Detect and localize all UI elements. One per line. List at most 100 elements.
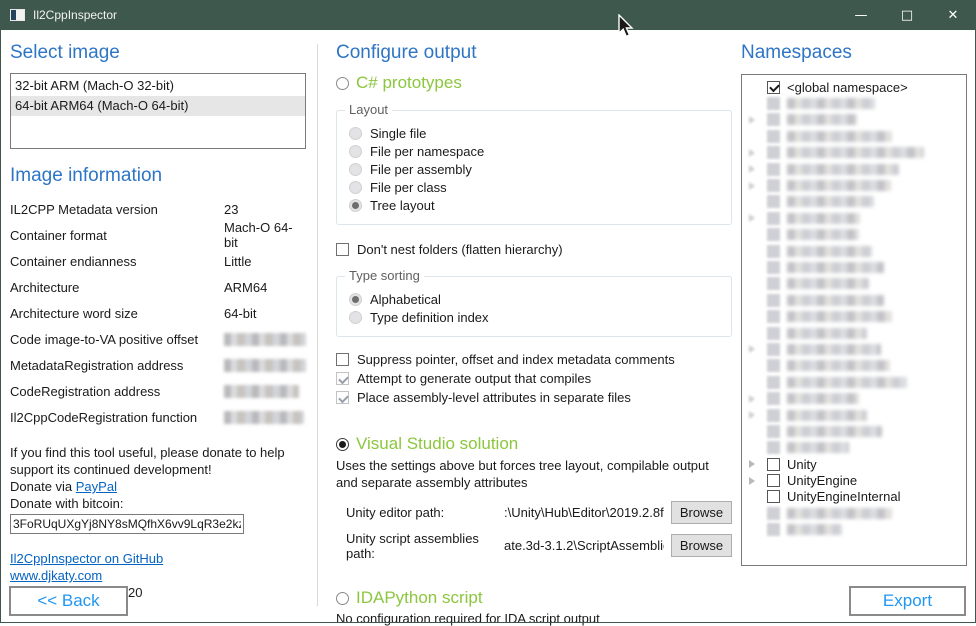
redacted-namespace-text: [787, 393, 859, 404]
flatten-hierarchy-checkbox[interactable]: Don't nest folders (flatten hierarchy): [336, 240, 732, 259]
layout-option[interactable]: File per namespace: [349, 143, 723, 159]
expander-triangle: [749, 345, 755, 353]
expander-triangle: [749, 165, 755, 173]
image-info-row: Il2CppCodeRegistration function: [10, 404, 306, 430]
output-option-checkbox[interactable]: Place assembly-level attributes in separ…: [336, 388, 732, 407]
expander-icon[interactable]: [749, 477, 767, 485]
idapython-description: No configuration required for IDA script…: [336, 611, 732, 626]
window-title: Il2CppInspector: [33, 8, 117, 22]
expander-triangle: [749, 411, 755, 419]
image-info-row: IL2CPP Metadata version23: [10, 196, 306, 222]
expander-icon[interactable]: [749, 460, 767, 468]
donate-text: If you find this tool useful, please don…: [10, 444, 310, 478]
namespace-checkbox: [767, 310, 780, 323]
visual-studio-description: Uses the settings above but forces tree …: [336, 457, 732, 491]
image-information-title: Image information: [10, 165, 306, 187]
unity-script-path-value: ate.3d-3.1.2\ScriptAssemblies: [504, 538, 664, 553]
minimize-button[interactable]: —: [838, 0, 884, 30]
idapython-script-radio[interactable]: IDAPython script: [336, 588, 732, 608]
namespace-row-redacted: [742, 210, 966, 226]
namespace-checkbox[interactable]: [767, 81, 780, 94]
output-option-checkbox[interactable]: Attempt to generate output that compiles: [336, 369, 732, 388]
layout-option[interactable]: Tree layout: [349, 197, 723, 213]
back-button[interactable]: << Back: [9, 586, 128, 616]
github-link[interactable]: Il2CppInspector on GitHub: [10, 550, 163, 567]
radio-icon: [349, 181, 362, 194]
maximize-button[interactable]: □: [884, 0, 930, 30]
csharp-prototypes-radio[interactable]: C# prototypes: [336, 73, 732, 93]
namespace-row-redacted: [742, 423, 966, 439]
window-controls: — □ ✕: [838, 0, 976, 30]
expander-icon: [749, 395, 767, 403]
app-icon: [10, 9, 25, 21]
namespace-checkbox: [767, 228, 780, 241]
namespace-row-redacted: [742, 95, 966, 111]
output-option-checkbox[interactable]: Suppress pointer, offset and index metad…: [336, 350, 732, 369]
info-row-value: Little: [224, 254, 251, 269]
website-link[interactable]: www.djkaty.com: [10, 567, 102, 584]
info-row-label: Container format: [10, 228, 224, 243]
redacted-namespace-text: [787, 410, 867, 421]
namespace-label: UnityEngine: [787, 473, 857, 488]
type-sorting-groupbox: Type sorting AlphabeticalType definition…: [336, 276, 732, 337]
namespace-checkbox[interactable]: [767, 490, 780, 503]
namespace-row-redacted: [742, 128, 966, 144]
layout-option[interactable]: Single file: [349, 125, 723, 141]
namespace-checkbox: [767, 245, 780, 258]
type-sorting-option[interactable]: Alphabetical: [349, 291, 723, 307]
flatten-hierarchy-label: Don't nest folders (flatten hierarchy): [357, 242, 563, 257]
export-button[interactable]: Export: [849, 586, 966, 616]
image-list-item[interactable]: 64-bit ARM64 (Mach-O 64-bit): [11, 96, 305, 116]
expander-triangle: [749, 460, 755, 468]
layout-option-label: File per namespace: [370, 144, 484, 159]
namespace-row[interactable]: UnityEngine: [742, 472, 966, 488]
expander-triangle: [749, 182, 755, 190]
radio-icon: [349, 145, 362, 158]
radio-icon: [349, 311, 362, 324]
redacted-namespace-text: [787, 278, 869, 289]
type-sorting-option[interactable]: Type definition index: [349, 309, 723, 325]
radio-icon: [336, 77, 349, 90]
image-info-row: Container endiannessLittle: [10, 248, 306, 274]
unity-editor-browse-button[interactable]: Browse: [671, 501, 732, 524]
namespace-row[interactable]: UnityEngineInternal: [742, 489, 966, 505]
namespace-checkbox: [767, 425, 780, 438]
close-button[interactable]: ✕: [930, 0, 976, 30]
namespace-label: <global namespace>: [787, 80, 908, 95]
paypal-link[interactable]: PayPal: [76, 479, 117, 494]
info-row-label: Architecture word size: [10, 306, 224, 321]
namespace-checkbox: [767, 195, 780, 208]
expander-triangle: [749, 149, 755, 157]
redacted-namespace-text: [787, 508, 892, 519]
namespace-checkbox[interactable]: [767, 474, 780, 487]
info-row-value: 23: [224, 202, 238, 217]
image-listbox[interactable]: 32-bit ARM (Mach-O 32-bit)64-bit ARM64 (…: [10, 73, 306, 149]
namespace-row-redacted: [742, 194, 966, 210]
layout-option-label: Tree layout: [370, 198, 435, 213]
mouse-cursor: [618, 14, 636, 38]
redacted-namespace-text: [787, 229, 859, 240]
redacted-namespace-text: [787, 377, 907, 388]
expander-icon: [749, 182, 767, 190]
unity-editor-path-value: :\Unity\Hub\Editor\2019.2.8f1: [504, 505, 664, 520]
redacted-namespace-text: [787, 147, 924, 158]
unity-script-browse-button[interactable]: Browse: [671, 534, 732, 557]
redacted-namespace-text: [787, 426, 882, 437]
expander-icon: [749, 116, 767, 124]
image-list-item[interactable]: 32-bit ARM (Mach-O 32-bit): [11, 76, 305, 96]
namespace-row[interactable]: <global namespace>: [742, 79, 966, 95]
radio-icon: [336, 438, 349, 451]
output-option-checkboxes: Suppress pointer, offset and index metad…: [336, 350, 732, 407]
layout-option[interactable]: File per class: [349, 179, 723, 195]
namespace-row[interactable]: Unity: [742, 456, 966, 472]
layout-option[interactable]: File per assembly: [349, 161, 723, 177]
visual-studio-solution-radio[interactable]: Visual Studio solution: [336, 434, 732, 454]
namespace-checkbox[interactable]: [767, 458, 780, 471]
bitcoin-address-input[interactable]: [10, 514, 244, 534]
unity-editor-path-row: Unity editor path: :\Unity\Hub\Editor\20…: [336, 501, 732, 524]
namespace-checkbox: [767, 179, 780, 192]
image-information-table: IL2CPP Metadata version23 Container forma…: [10, 196, 306, 430]
namespaces-listbox[interactable]: <global namespace> UnityUnityEngineUnityE…: [741, 74, 967, 566]
checkbox-icon: [336, 372, 349, 385]
redacted-namespace-text: [787, 196, 874, 207]
